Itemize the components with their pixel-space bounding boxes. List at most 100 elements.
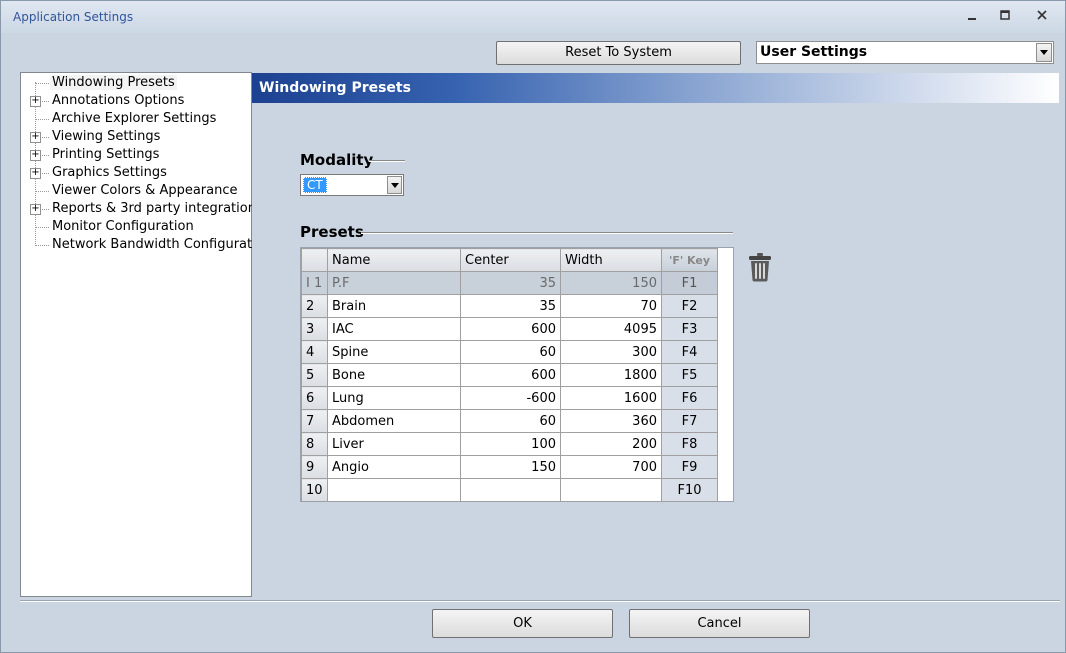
row-index[interactable]: I 1 (301, 271, 328, 295)
settings-scope-value: User Settings (760, 44, 868, 60)
tree-item-archive-explorer-settings[interactable]: Archive Explorer Settings (21, 110, 251, 128)
cell-name[interactable]: Spine (327, 340, 461, 364)
cell-center[interactable] (460, 478, 561, 502)
table-row[interactable]: 10 F10 (301, 478, 718, 502)
tree-item-label: Graphics Settings (52, 165, 167, 180)
row-index[interactable]: 9 (301, 455, 328, 479)
table-row[interactable]: 8 Liver 100 200 F8 (301, 432, 718, 456)
close-icon[interactable] (1029, 7, 1055, 27)
cell-center[interactable]: 600 (460, 363, 561, 387)
cell-name[interactable]: Lung (327, 386, 461, 410)
trash-icon[interactable] (747, 252, 773, 282)
tree-item-label: Network Bandwidth Configuration (52, 237, 272, 252)
table-row[interactable]: 3 IAC 600 4095 F3 (301, 317, 718, 341)
row-index[interactable]: 7 (301, 409, 328, 433)
cell-width[interactable] (560, 478, 662, 502)
tree-item-label: Reports & 3rd party integrations (52, 201, 263, 216)
tree-item-monitor-configuration[interactable]: Monitor Configuration (21, 218, 251, 236)
tree-item-label: Monitor Configuration (52, 219, 194, 234)
expand-plus-icon[interactable]: + (30, 204, 41, 215)
maximize-icon[interactable] (992, 7, 1018, 27)
cell-width[interactable]: 360 (560, 409, 662, 433)
reset-to-system-button[interactable]: Reset To System (496, 41, 741, 65)
cell-center[interactable]: 35 (460, 271, 561, 295)
settings-scope-dropdown[interactable]: User Settings (756, 41, 1054, 64)
tree-branch-line (35, 83, 49, 84)
cell-width[interactable]: 700 (560, 455, 662, 479)
row-index[interactable]: 3 (301, 317, 328, 341)
expand-plus-icon[interactable]: + (30, 168, 41, 179)
tree-item-network-bandwidth[interactable]: Network Bandwidth Configuration (21, 236, 272, 254)
cell-width[interactable]: 150 (560, 271, 662, 295)
column-header-name[interactable]: Name (327, 248, 461, 272)
row-index[interactable]: 5 (301, 363, 328, 387)
row-index[interactable]: 8 (301, 432, 328, 456)
cell-fkey: F7 (661, 409, 718, 433)
tree-item-label: Viewer Colors & Appearance (52, 183, 238, 198)
table-row[interactable]: 2 Brain 35 70 F2 (301, 294, 718, 318)
column-header-fkey[interactable]: 'F' Key (661, 248, 718, 272)
tree-item-reports-integrations[interactable]: + Reports & 3rd party integrations (21, 200, 263, 218)
close-glyph (1037, 10, 1047, 20)
presets-grid[interactable]: Name Center Width 'F' Key I 1 P.F 35 150… (300, 247, 734, 502)
tree-branch-line (35, 191, 49, 192)
cancel-button[interactable]: Cancel (629, 609, 810, 638)
row-index[interactable]: 2 (301, 294, 328, 318)
cell-name[interactable]: Liver (327, 432, 461, 456)
cell-width[interactable]: 4095 (560, 317, 662, 341)
row-index[interactable]: 10 (301, 478, 328, 502)
chevron-down-icon[interactable] (387, 176, 402, 194)
tree-item-label: Annotations Options (52, 93, 185, 108)
cell-center[interactable]: 60 (460, 409, 561, 433)
cell-width[interactable]: 200 (560, 432, 662, 456)
tree-item-windowing-presets[interactable]: Windowing Presets (21, 74, 251, 92)
cell-center[interactable]: 150 (460, 455, 561, 479)
tree-item-viewer-colors-appearance[interactable]: Viewer Colors & Appearance (21, 182, 251, 200)
cell-center[interactable]: 60 (460, 340, 561, 364)
cell-center[interactable]: 35 (460, 294, 561, 318)
cell-name[interactable]: Angio (327, 455, 461, 479)
expand-plus-icon[interactable]: + (30, 132, 41, 143)
table-row[interactable]: 6 Lung -600 1600 F6 (301, 386, 718, 410)
cell-width[interactable]: 1800 (560, 363, 662, 387)
tree-item-label: Windowing Presets (50, 75, 177, 90)
cell-fkey: F2 (661, 294, 718, 318)
cell-fkey: F8 (661, 432, 718, 456)
cell-name[interactable]: IAC (327, 317, 461, 341)
minimize-icon[interactable] (959, 7, 985, 27)
cell-fkey: F1 (661, 271, 718, 295)
table-row[interactable]: 9 Angio 150 700 F9 (301, 455, 718, 479)
tree-item-printing-settings[interactable]: + Printing Settings (21, 146, 251, 164)
expand-plus-icon[interactable]: + (30, 96, 41, 107)
tree-item-viewing-settings[interactable]: + Viewing Settings (21, 128, 251, 146)
table-row[interactable]: I 1 P.F 35 150 F1 (301, 271, 718, 295)
column-header-center[interactable]: Center (460, 248, 561, 272)
table-row[interactable]: 5 Bone 600 1800 F5 (301, 363, 718, 387)
presets-label: Presets (300, 223, 364, 241)
column-header-width[interactable]: Width (560, 248, 662, 272)
tree-item-graphics-settings[interactable]: + Graphics Settings (21, 164, 251, 182)
settings-tree[interactable]: Windowing Presets + Annotations Options … (20, 72, 272, 597)
application-settings-window: Application Settings Reset To System Use… (0, 0, 1066, 653)
cell-name[interactable]: Abdomen (327, 409, 461, 433)
presets-rule (361, 232, 733, 234)
cell-center[interactable]: 100 (460, 432, 561, 456)
table-row[interactable]: 4 Spine 60 300 F4 (301, 340, 718, 364)
cell-center[interactable]: 600 (460, 317, 561, 341)
cell-center[interactable]: -600 (460, 386, 561, 410)
ok-button[interactable]: OK (432, 609, 613, 638)
cell-name[interactable]: Bone (327, 363, 461, 387)
modality-dropdown[interactable]: CT (300, 174, 404, 196)
cell-name[interactable] (327, 478, 461, 502)
table-row[interactable]: 7 Abdomen 60 360 F7 (301, 409, 718, 433)
tree-item-annotations-options[interactable]: + Annotations Options (21, 92, 251, 110)
cell-name[interactable]: Brain (327, 294, 461, 318)
cell-width[interactable]: 1600 (560, 386, 662, 410)
chevron-down-icon[interactable] (1036, 43, 1052, 62)
expand-plus-icon[interactable]: + (30, 150, 41, 161)
cell-width[interactable]: 300 (560, 340, 662, 364)
cell-name[interactable]: P.F (327, 271, 461, 295)
cell-width[interactable]: 70 (560, 294, 662, 318)
row-index[interactable]: 6 (301, 386, 328, 410)
row-index[interactable]: 4 (301, 340, 328, 364)
